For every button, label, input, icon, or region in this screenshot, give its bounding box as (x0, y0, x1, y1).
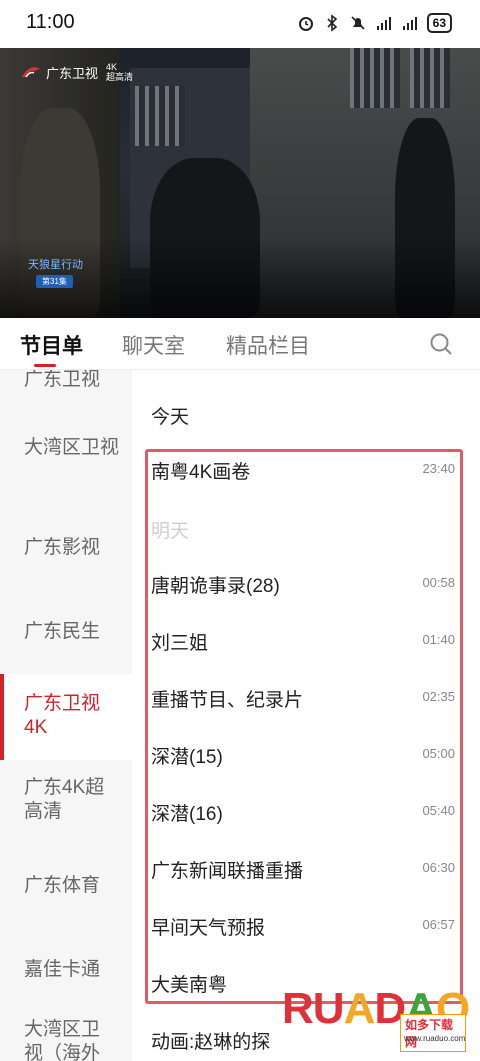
sidebar-item-guangdong-film[interactable]: 广东影视 (0, 536, 132, 560)
video-player[interactable]: 广东卫视 4K 超高清 天狼星行动 第31集 (0, 48, 480, 318)
bluetooth-icon (327, 14, 337, 32)
watermark-badge: 如多下载网 (400, 1014, 466, 1052)
channel-logo-icon (22, 67, 40, 78)
highlight-annotation-box (145, 449, 463, 1004)
sidebar-item-guangdong-4k-uhd[interactable]: 广东4K超高清 (0, 776, 110, 824)
signal-icon (376, 17, 391, 30)
show-title-overlay: 天狼星行动 第31集 (28, 259, 83, 288)
site-watermark: RUADAO 如多下载网 www.ruaduo.com (282, 984, 470, 1052)
status-time: 11:00 (26, 11, 75, 33)
sidebar-item-guangdong-livelihood[interactable]: 广东民生 (0, 620, 132, 644)
mute-icon (351, 16, 365, 30)
sidebar-item-guangdong-tv-4k[interactable]: 广东卫视4K (0, 674, 132, 760)
sidebar-active-indicator (0, 674, 4, 760)
day-label-today: 今天 (151, 407, 190, 428)
watermark-url: www.ruaduo.com (404, 1034, 466, 1043)
alarm-icon (298, 17, 313, 31)
channel-logo: 广东卫视 4K 超高清 (20, 62, 133, 82)
tab-chat-room[interactable]: 聊天室 (122, 330, 185, 360)
status-bar: 11:00 63 (0, 0, 480, 48)
sidebar-item-greater-bay-overseas[interactable]: 大湾区卫视（海外 (0, 1018, 118, 1061)
status-icons: 63 (297, 13, 452, 33)
episode-badge: 第31集 (36, 275, 73, 288)
sidebar-item-guangdong-sports[interactable]: 广东体育 (0, 874, 132, 898)
tab-bar: 节目单 聊天室 精品栏目 (0, 318, 480, 370)
signal-icon (402, 17, 417, 30)
active-tab-indicator (34, 364, 56, 367)
battery-icon: 63 (426, 13, 452, 33)
search-icon[interactable] (429, 332, 453, 356)
tab-program-guide[interactable]: 节目单 (20, 330, 83, 360)
tab-featured-columns[interactable]: 精品栏目 (226, 330, 310, 360)
sidebar-item-guangdong-tv[interactable]: 广东卫视 (0, 370, 132, 392)
channel-sidebar[interactable]: 广东卫视 大湾区卫视 广东影视 广东民生 广东卫视4K 广东4K超高清 广东体育… (0, 370, 132, 1061)
program-title: 动画:赵琳的探 (151, 1032, 271, 1053)
sidebar-item-greater-bay-tv[interactable]: 大湾区卫视 (0, 436, 120, 460)
sidebar-item-jiajia-cartoon[interactable]: 嘉佳卡通 (0, 958, 132, 982)
